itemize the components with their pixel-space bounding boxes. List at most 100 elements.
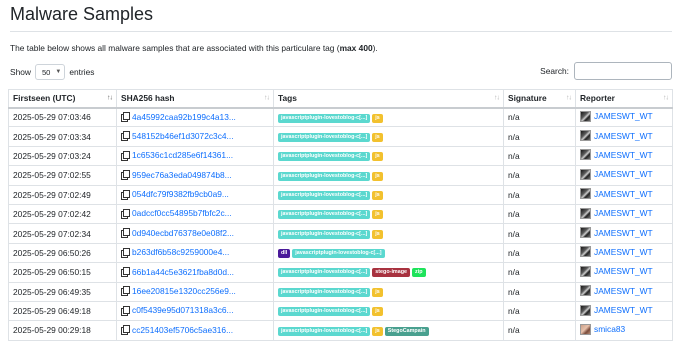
tag-badge[interactable]: javascriptplugin-lovestoblog-c[...] [278, 152, 371, 162]
reporter-link[interactable]: JAMESWT_WT [594, 150, 653, 160]
tag-badge[interactable]: stego-image [372, 268, 411, 278]
reporter-link[interactable]: JAMESWT_WT [594, 169, 653, 179]
sort-icon: ↑↓ [494, 94, 500, 102]
signature-cell: n/a [503, 145, 576, 167]
reporter-link[interactable]: JAMESWT_WT [594, 266, 653, 276]
reporter-link[interactable]: JAMESWT_WT [594, 247, 653, 257]
table-row: 2025-05-29 07:03:34 548152b46ef1d3072c3c4… [8, 126, 673, 147]
copy-icon[interactable] [121, 267, 130, 278]
col-sha256[interactable]: SHA256 hash ↑↓ [116, 89, 274, 109]
reporter-cell: JAMESWT_WT [575, 126, 673, 147]
search-input[interactable] [574, 62, 672, 80]
tag-badge[interactable]: javascriptplugin-lovestoblog-c[...] [278, 113, 371, 123]
tag-badge[interactable]: js [372, 113, 383, 123]
reporter-link[interactable]: JAMESWT_WT [594, 131, 653, 141]
hash-cell: 0adccf0cc54895b7fbfc2c... [116, 203, 274, 225]
col-reporter[interactable]: Reporter ↑↓ [575, 89, 673, 109]
reporter-wrapper: JAMESWT_WT [580, 207, 653, 219]
hash-cell: 959ec76a3eda049874b8... [116, 165, 274, 186]
copy-icon[interactable] [121, 208, 130, 219]
hash-link[interactable]: b263df6b58c9259000e4... [132, 247, 229, 257]
tag-badge[interactable]: javascriptplugin-lovestoblog-c[...] [278, 171, 371, 181]
col-signature[interactable]: Signature ↑↓ [503, 89, 576, 109]
tag-badge[interactable]: js [372, 210, 383, 220]
reporter-link[interactable]: JAMESWT_WT [594, 111, 653, 121]
hash-link[interactable]: 959ec76a3eda049874b8... [132, 170, 232, 180]
hash-link[interactable]: cc251403ef5706c5ae316... [132, 325, 233, 335]
copy-icon[interactable] [121, 247, 130, 258]
reporter-link[interactable]: smica83 [594, 324, 625, 334]
avatar [580, 246, 591, 258]
tag-badge[interactable]: js [372, 326, 383, 336]
tags-cell: javascriptplugin-lovestoblog-c[...] js [273, 145, 504, 167]
table-row: 2025-05-29 07:03:46 4a45992caa92b199c4a13… [8, 106, 673, 128]
avatar [580, 110, 591, 122]
reporter-cell: smica83 [575, 320, 673, 341]
reporter-wrapper: JAMESWT_WT [580, 304, 653, 316]
tag-badge[interactable]: js [372, 171, 383, 181]
hash-link[interactable]: 548152b46ef1d3072c3c4... [132, 131, 234, 141]
reporter-link[interactable]: JAMESWT_WT [594, 305, 653, 315]
hash-link[interactable]: 16ee20815e1320cc256e9... [132, 286, 236, 296]
firstseen-cell: 2025-05-29 07:03:24 [8, 145, 117, 167]
hash-link[interactable]: 054dfc79f9382fb9cb0a9... [132, 189, 229, 199]
reporter-link[interactable]: JAMESWT_WT [594, 208, 653, 218]
hash-link[interactable]: 0adccf0cc54895b7fbfc2c... [132, 208, 232, 218]
copy-icon[interactable] [121, 325, 130, 336]
tags-cell: dll javascriptplugin-lovestoblog-c[...] [273, 242, 504, 264]
reporter-cell: JAMESWT_WT [575, 203, 673, 225]
tag-badge[interactable]: javascriptplugin-lovestoblog-c[...] [278, 190, 371, 200]
tag-badge[interactable]: js [372, 229, 383, 239]
search-control: Search: [540, 62, 672, 80]
signature-cell: n/a [503, 242, 576, 264]
tag-badge[interactable]: javascriptplugin-lovestoblog-c[...] [278, 268, 371, 278]
reporter-link[interactable]: JAMESWT_WT [594, 228, 653, 238]
table-row: 2025-05-29 06:49:35 16ee20815e1320cc256e9… [8, 281, 673, 302]
tag-badge[interactable]: javascriptplugin-lovestoblog-c[...] [278, 229, 371, 239]
col-tags-label: Tags [278, 93, 297, 104]
hash-link[interactable]: 4a45992caa92b199c4a13... [132, 112, 236, 122]
search-label: Search: [540, 66, 569, 76]
tag-badge[interactable]: javascriptplugin-lovestoblog-c[...] [292, 249, 385, 259]
tag-badge[interactable]: StegoCampain [384, 326, 429, 336]
tag-badge[interactable]: js [372, 152, 383, 162]
sort-icon: ↑↓ [663, 94, 669, 102]
hash-link[interactable]: 66b1a44c5e3621fba8d0d... [132, 267, 234, 277]
copy-icon[interactable] [121, 131, 130, 142]
tag-badge[interactable]: js [372, 190, 383, 200]
tag-badge[interactable]: javascriptplugin-lovestoblog-c[...] [278, 326, 371, 336]
col-tags[interactable]: Tags ↑↓ [273, 89, 504, 109]
tag-badge[interactable]: javascriptplugin-lovestoblog-c[...] [278, 132, 371, 142]
reporter-link[interactable]: JAMESWT_WT [594, 286, 653, 296]
entries-select[interactable]: 50 ▼ [34, 64, 66, 80]
hash-link[interactable]: 0d940ecbd76378e0e08f2... [132, 228, 234, 238]
col-reporter-label: Reporter [580, 93, 615, 104]
tag-badge[interactable]: js [372, 287, 383, 297]
copy-icon[interactable] [121, 305, 130, 316]
avatar [580, 130, 591, 142]
col-firstseen-label: Firstseen (UTC) [13, 93, 76, 104]
copy-icon[interactable] [121, 150, 130, 161]
tag-badge[interactable]: javascriptplugin-lovestoblog-c[...] [278, 287, 371, 297]
tag-badge[interactable]: js [372, 307, 383, 317]
hash-cell: 66b1a44c5e3621fba8d0d... [116, 262, 274, 283]
avatar [580, 285, 591, 297]
copy-icon[interactable] [121, 189, 130, 200]
tag-badge[interactable]: dll [278, 249, 291, 259]
tag-badge[interactable]: javascriptplugin-lovestoblog-c[...] [278, 210, 371, 220]
tags-cell: javascriptplugin-lovestoblog-c[...] js [273, 281, 504, 302]
entries-value: 50 [41, 67, 51, 77]
hash-link[interactable]: 1c6536c1cd285e6f14361... [132, 150, 233, 160]
reporter-link[interactable]: JAMESWT_WT [594, 189, 653, 199]
copy-icon[interactable] [121, 112, 130, 123]
hash-link[interactable]: c0f5439e95d071318a3c6... [132, 305, 234, 315]
copy-icon[interactable] [121, 228, 130, 239]
col-firstseen[interactable]: Firstseen (UTC) ↑↓ [8, 89, 117, 109]
copy-icon[interactable] [121, 286, 130, 297]
copy-icon[interactable] [121, 170, 130, 181]
tag-badge[interactable]: javascriptplugin-lovestoblog-c[...] [278, 307, 371, 317]
tag-badge[interactable]: zip [412, 268, 426, 278]
hash-wrapper: 4a45992caa92b199c4a13... [121, 112, 236, 123]
tag-badge[interactable]: js [372, 132, 383, 142]
signature-cell: n/a [503, 106, 576, 128]
